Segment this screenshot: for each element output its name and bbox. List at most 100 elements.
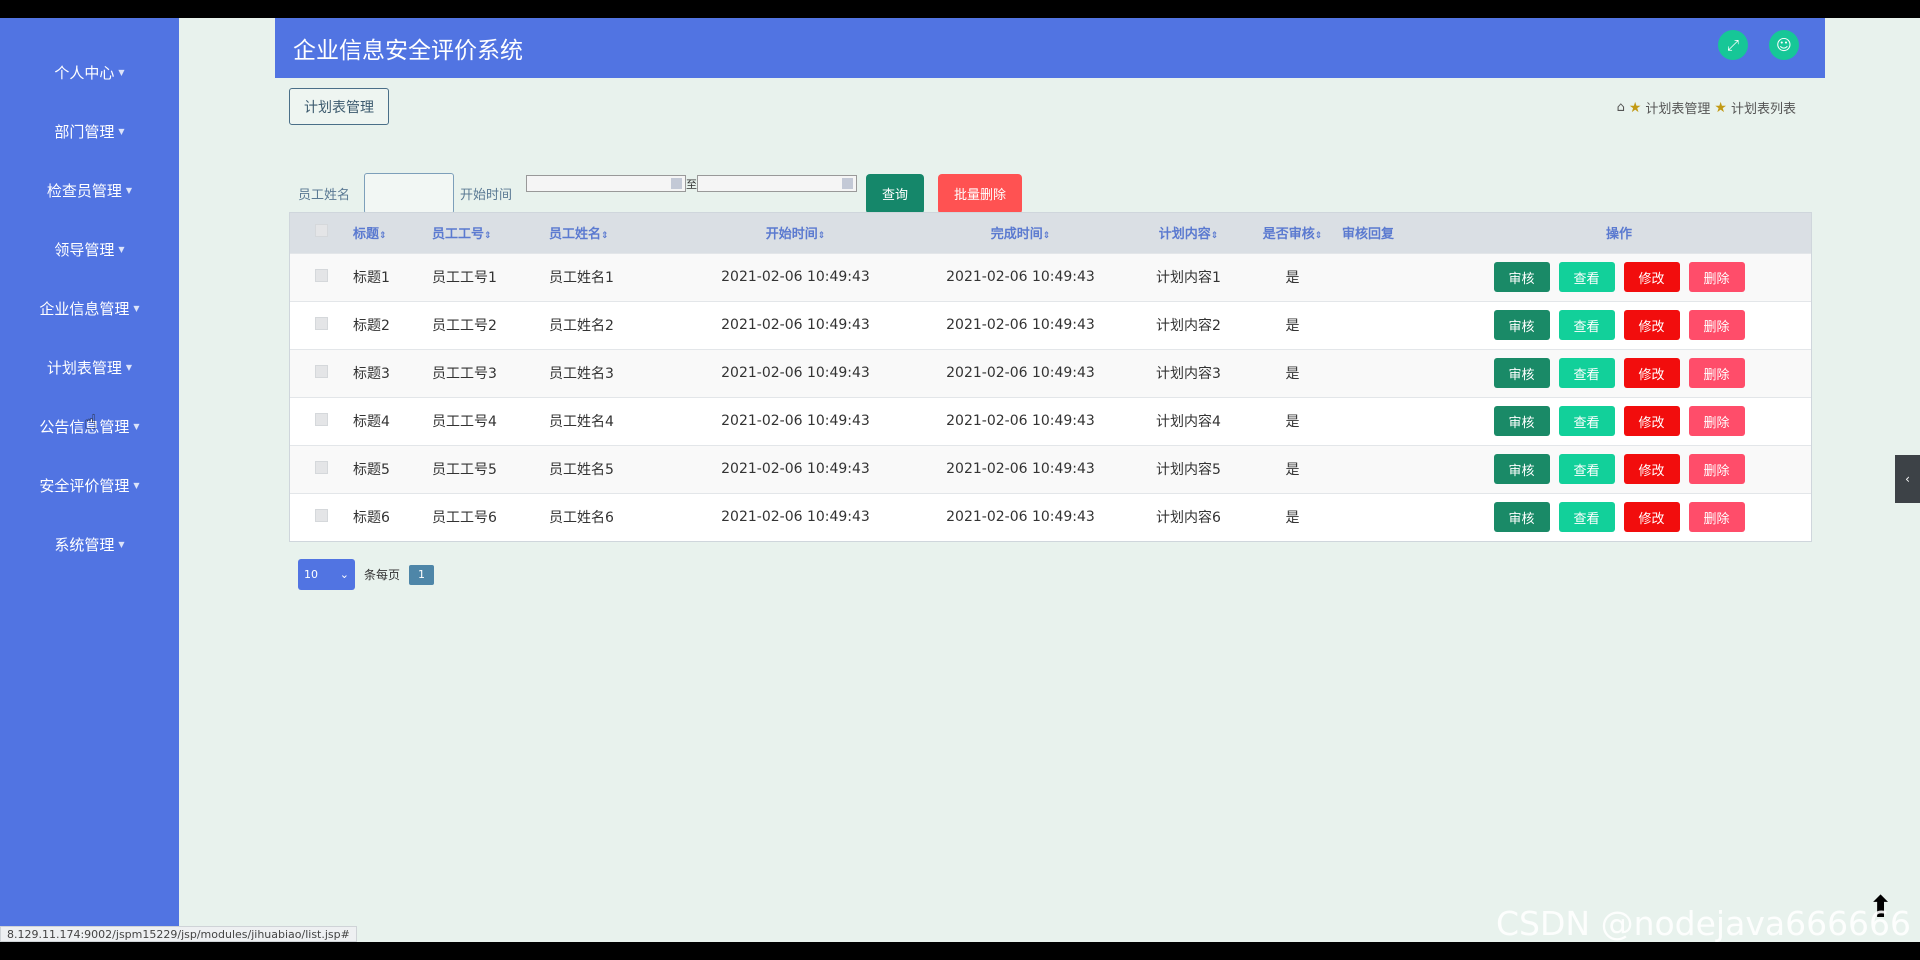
cell-emp_no: 员工工号6 xyxy=(432,492,549,541)
audit-button[interactable]: 审核 xyxy=(1493,502,1550,533)
chevron-left-icon: ‹ xyxy=(1905,472,1910,486)
calendar-icon[interactable] xyxy=(842,178,854,189)
edit-button[interactable]: 修改 xyxy=(1623,502,1680,533)
edit-button[interactable]: 修改 xyxy=(1623,454,1680,484)
pagination: 10 ⌄ 条每页 1 xyxy=(298,559,435,590)
page-size-select[interactable]: 10 ⌄ xyxy=(298,559,355,590)
home-icon[interactable]: ⌂ xyxy=(1617,100,1625,115)
cell-start: 2021-02-06 10:49:43 xyxy=(684,252,907,301)
cell-content: 计划内容5 xyxy=(1134,444,1243,493)
sidebar-item-label: 部门管理 xyxy=(54,123,115,141)
column-header-end-time[interactable]: 完成时间⇕ xyxy=(907,213,1134,253)
cell-audit-reply xyxy=(1342,348,1427,397)
sidebar-item-enterprise-info[interactable]: 企业信息管理 ▼ xyxy=(0,279,179,338)
sort-icon[interactable]: ⇕ xyxy=(1211,231,1219,241)
edit-button[interactable]: 修改 xyxy=(1623,406,1680,436)
employee-name-input[interactable] xyxy=(364,173,455,214)
chevron-down-icon: ⌄ xyxy=(339,568,349,581)
column-header-title[interactable]: 标题⇕ xyxy=(353,213,432,253)
sidebar-item-safety-evaluation[interactable]: 安全评价管理 ▼ xyxy=(0,456,179,515)
row-checkbox[interactable] xyxy=(315,268,328,282)
end-date-input[interactable] xyxy=(697,175,858,192)
column-header-content[interactable]: 计划内容⇕ xyxy=(1134,213,1243,253)
audit-button[interactable]: 审核 xyxy=(1493,406,1550,436)
batch-delete-button[interactable]: 批量删除 xyxy=(938,173,1023,214)
delete-button[interactable]: 删除 xyxy=(1688,262,1745,292)
row-checkbox[interactable] xyxy=(315,316,328,330)
fullscreen-button[interactable]: ⤢ xyxy=(1718,30,1748,60)
cell-audit-reply xyxy=(1342,252,1427,301)
cell-emp_name: 员工姓名6 xyxy=(549,492,684,541)
row-checkbox[interactable] xyxy=(315,412,328,426)
edit-button[interactable]: 修改 xyxy=(1623,262,1680,292)
column-header-start-time[interactable]: 开始时间⇕ xyxy=(684,213,907,253)
row-checkbox[interactable] xyxy=(315,364,328,378)
sort-icon[interactable]: ⇕ xyxy=(484,231,492,241)
start-time-label: 开始时间 xyxy=(460,188,513,203)
cell-start: 2021-02-06 10:49:43 xyxy=(684,492,907,541)
sort-icon[interactable]: ⇕ xyxy=(818,231,826,241)
delete-button[interactable]: 删除 xyxy=(1688,358,1745,388)
cell-content: 计划内容2 xyxy=(1134,300,1243,349)
caret-down-icon: ▼ xyxy=(133,304,140,313)
view-button[interactable]: 查看 xyxy=(1558,262,1615,292)
cell-audit-reply xyxy=(1342,444,1427,493)
cell-end: 2021-02-06 10:49:43 xyxy=(907,300,1134,349)
caret-down-icon: ▼ xyxy=(118,540,125,549)
edit-button[interactable]: 修改 xyxy=(1623,310,1680,340)
audit-button[interactable]: 审核 xyxy=(1493,358,1550,388)
audit-button[interactable]: 审核 xyxy=(1493,262,1550,292)
user-button[interactable]: ☺ xyxy=(1769,30,1799,60)
column-header-emp-no[interactable]: 员工工号⇕ xyxy=(432,213,549,253)
sidebar-item-personal-center[interactable]: 个人中心 ▼ xyxy=(0,43,179,102)
view-button[interactable]: 查看 xyxy=(1558,454,1615,484)
table-row: 标题3 员工工号3 员工姓名3 2021-02-06 10:49:43 2021-02-… xyxy=(290,348,1811,397)
cell-title: 标题3 xyxy=(353,348,432,397)
sort-icon[interactable]: ⇕ xyxy=(1315,231,1323,241)
cell-title: 标题5 xyxy=(353,444,432,493)
sort-icon[interactable]: ⇕ xyxy=(601,231,609,241)
start-date-input[interactable] xyxy=(526,175,687,192)
select-all-checkbox[interactable] xyxy=(315,224,328,238)
sidebar: 个人中心 ▼ 部门管理 ▼ 检查员管理 ▼ 领导管理 ▼ 企业信息管理 ▼ 计划表管理 ▼ … xyxy=(0,18,179,942)
sort-icon[interactable]: ⇕ xyxy=(1043,231,1051,241)
delete-button[interactable]: 删除 xyxy=(1688,406,1745,436)
audit-button[interactable]: 审核 xyxy=(1493,454,1550,484)
sidebar-item-system[interactable]: 系统管理 ▼ xyxy=(0,515,179,574)
caret-down-icon: ▼ xyxy=(118,245,125,254)
cell-content: 计划内容4 xyxy=(1134,396,1243,445)
breadcrumb-item[interactable]: 计划表管理 xyxy=(1645,98,1710,117)
cell-emp_name: 员工姓名4 xyxy=(549,396,684,445)
page-tag-button[interactable]: 计划表管理 xyxy=(289,88,389,125)
sidebar-item-inspector[interactable]: 检查员管理 ▼ xyxy=(0,161,179,220)
sidebar-item-leader[interactable]: 领导管理 ▼ xyxy=(0,220,179,279)
delete-button[interactable]: 删除 xyxy=(1688,502,1745,533)
calendar-icon[interactable] xyxy=(671,178,683,189)
column-header-audited[interactable]: 是否审核⇕ xyxy=(1243,213,1342,253)
view-button[interactable]: 查看 xyxy=(1558,406,1615,436)
cell-emp_no: 员工工号3 xyxy=(432,348,549,397)
cell-content: 计划内容1 xyxy=(1134,252,1243,301)
collapse-tab-button[interactable]: ‹ xyxy=(1895,455,1920,503)
breadcrumb: ⌂ ★ 计划表管理 ★ 计划表列表 xyxy=(1617,98,1796,118)
sort-icon[interactable]: ⇕ xyxy=(379,231,387,241)
delete-button[interactable]: 删除 xyxy=(1688,454,1745,484)
row-checkbox[interactable] xyxy=(315,460,328,474)
page-number-button[interactable]: 1 xyxy=(409,564,435,585)
view-button[interactable]: 查看 xyxy=(1558,358,1615,388)
caret-down-icon: ▼ xyxy=(118,127,125,136)
delete-button[interactable]: 删除 xyxy=(1688,310,1745,340)
view-button[interactable]: 查看 xyxy=(1558,310,1615,340)
query-button[interactable]: 查询 xyxy=(866,173,925,214)
cell-audited: 是 xyxy=(1243,348,1342,397)
sidebar-item-plan-table[interactable]: 计划表管理 ▼ xyxy=(0,338,179,397)
view-button[interactable]: 查看 xyxy=(1558,502,1615,533)
star-icon: ★ xyxy=(1714,99,1727,116)
edit-button[interactable]: 修改 xyxy=(1623,358,1680,388)
cell-emp_no: 员工工号1 xyxy=(432,252,549,301)
sidebar-item-department[interactable]: 部门管理 ▼ xyxy=(0,102,179,161)
audit-button[interactable]: 审核 xyxy=(1493,310,1550,340)
row-checkbox[interactable] xyxy=(315,508,328,522)
column-header-emp-name[interactable]: 员工姓名⇕ xyxy=(549,213,684,253)
cell-audit-reply xyxy=(1342,396,1427,445)
